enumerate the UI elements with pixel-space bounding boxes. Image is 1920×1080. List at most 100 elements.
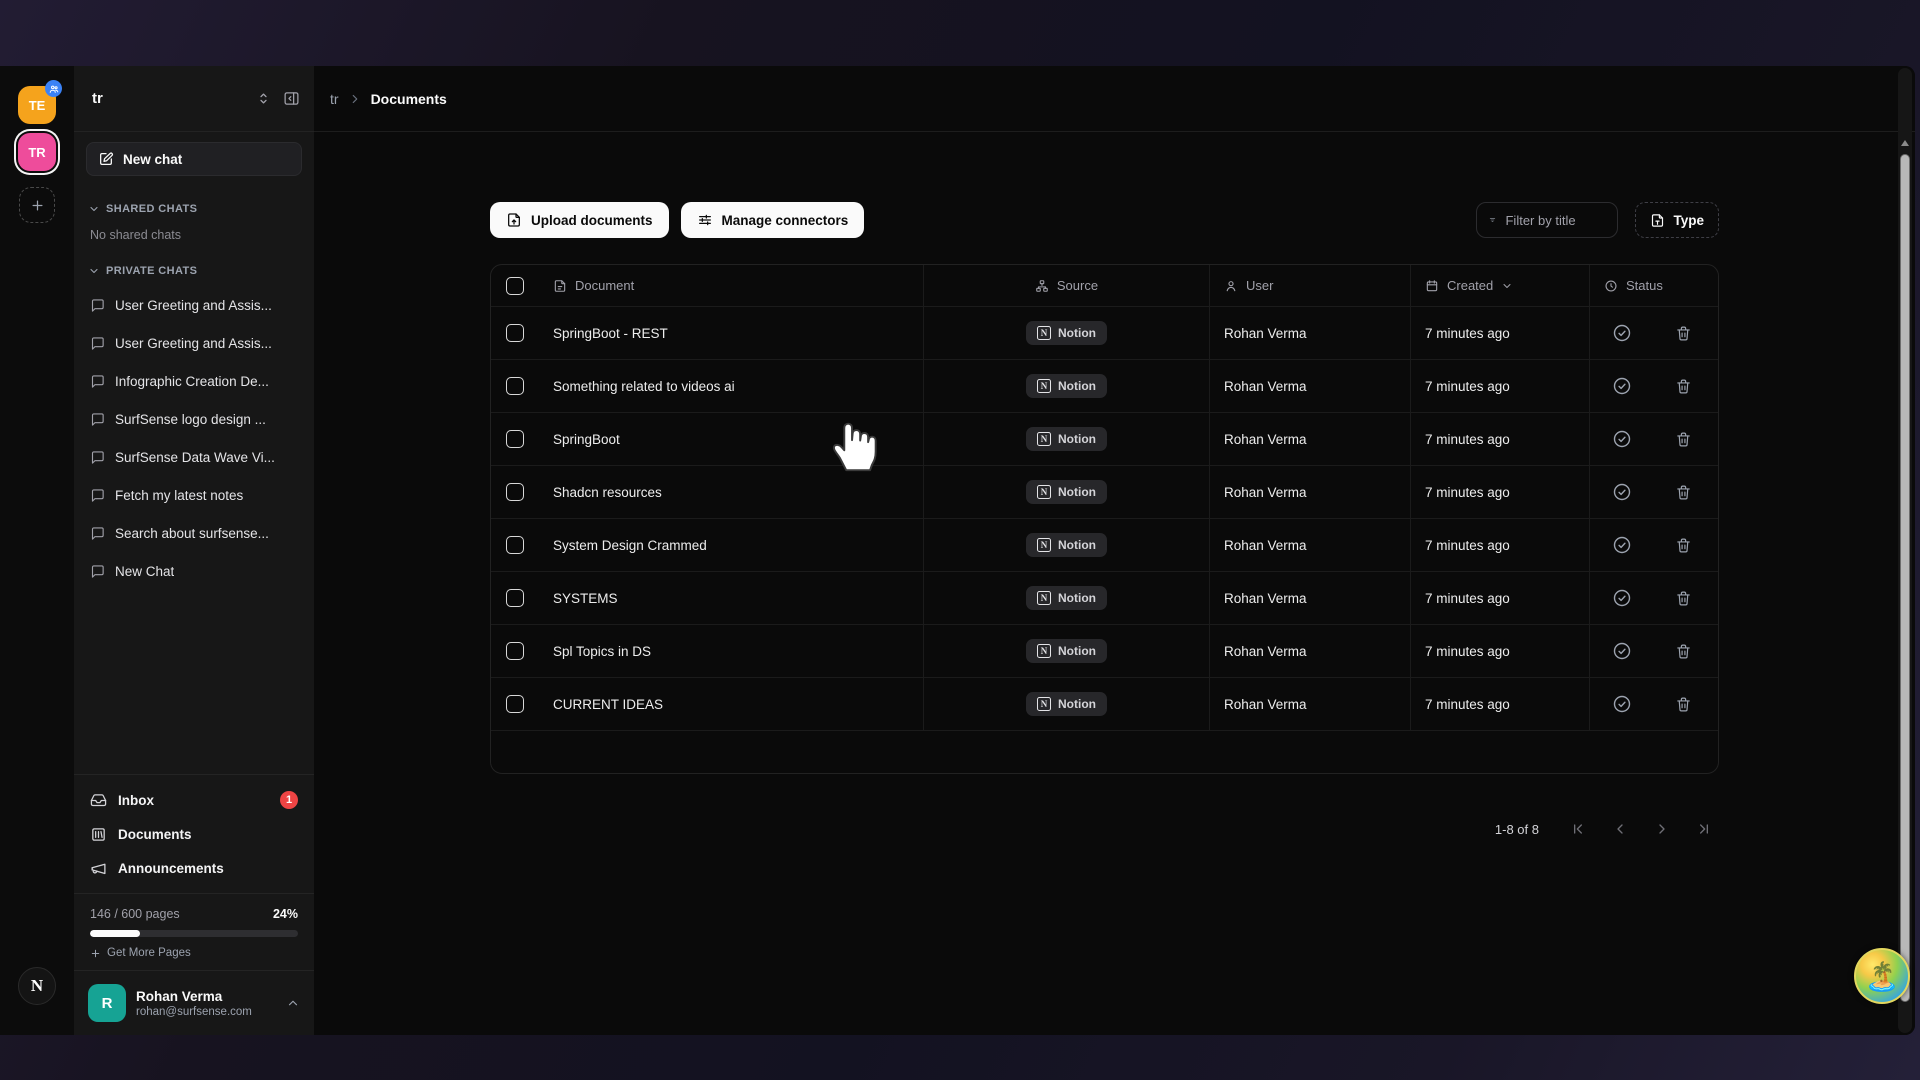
row-checkbox[interactable] (506, 430, 524, 448)
manage-connectors-button[interactable]: Manage connectors (681, 202, 865, 238)
upload-documents-button[interactable]: Upload documents (490, 202, 669, 238)
delete-row-button[interactable] (1675, 378, 1692, 395)
filter-by-title-field[interactable] (1476, 202, 1618, 238)
select-all-checkbox[interactable] (506, 277, 524, 295)
table-row[interactable]: Shadcn resourcesNNotionRohan Verma7 minu… (491, 466, 1718, 519)
workspace-avatar-te[interactable]: TE (18, 86, 56, 124)
first-page-icon (1570, 821, 1586, 837)
sidebar-item-inbox[interactable]: Inbox 1 (86, 783, 302, 817)
document-title: CURRENT IDEAS (553, 697, 663, 712)
megaphone-icon (90, 860, 107, 877)
pencil-square-icon (98, 151, 114, 167)
column-header-document[interactable]: Document (539, 265, 923, 306)
source-badge: NNotion (1026, 427, 1107, 451)
delete-row-button[interactable] (1675, 431, 1692, 448)
table-row[interactable]: SYSTEMSNNotionRohan Verma7 minutes ago (491, 572, 1718, 625)
row-checkbox[interactable] (506, 536, 524, 554)
type-filter-button[interactable]: Type (1635, 202, 1719, 238)
chat-item[interactable]: Search about surfsense... (74, 514, 314, 552)
column-header-status[interactable]: Status (1589, 265, 1718, 306)
table-row[interactable]: CURRENT IDEASNNotionRohan Verma7 minutes… (491, 678, 1718, 731)
notion-icon: N (1037, 697, 1051, 711)
row-checkbox[interactable] (506, 377, 524, 395)
chat-item[interactable]: Infographic Creation De... (74, 362, 314, 400)
notion-logo-button[interactable]: N (18, 967, 56, 1005)
source-label: Notion (1058, 326, 1096, 340)
delete-row-button[interactable] (1675, 537, 1692, 554)
file-type-icon (1650, 213, 1665, 228)
delete-row-button[interactable] (1675, 590, 1692, 607)
delete-row-button[interactable] (1675, 484, 1692, 501)
prev-page-button[interactable] (1605, 814, 1635, 844)
table-row[interactable]: Spl Topics in DSNNotionRohan Verma7 minu… (491, 625, 1718, 678)
status-success-icon (1612, 641, 1632, 661)
collapse-sidebar-icon[interactable] (283, 90, 300, 107)
row-checkbox[interactable] (506, 324, 524, 342)
chevron-left-icon (1612, 821, 1628, 837)
user-avatar: R (88, 984, 126, 1022)
row-checkbox[interactable] (506, 589, 524, 607)
row-checkbox[interactable] (506, 642, 524, 660)
row-checkbox[interactable] (506, 483, 524, 501)
row-checkbox[interactable] (506, 695, 524, 713)
chevron-right-icon (348, 92, 362, 106)
island-extension-icon[interactable]: 🏝️ (1854, 948, 1910, 1004)
table-row[interactable]: SpringBoot - RESTNNotionRohan Verma7 min… (491, 307, 1718, 360)
chat-item[interactable]: SurfSense Data Wave Vi... (74, 438, 314, 476)
delete-row-button[interactable] (1675, 696, 1692, 713)
source-label: Notion (1058, 379, 1096, 393)
shared-chats-section[interactable]: SHARED CHATS (74, 200, 314, 218)
inbox-icon (90, 792, 107, 809)
delete-row-button[interactable] (1675, 643, 1692, 660)
column-header-user[interactable]: User (1209, 265, 1410, 306)
filter-by-title-input[interactable] (1505, 213, 1605, 228)
sidebar-item-documents[interactable]: Documents (86, 817, 302, 851)
workspace-initials: TR (28, 145, 45, 160)
sidebar-item-announcements[interactable]: Announcements (86, 851, 302, 885)
status-success-icon (1612, 482, 1632, 502)
table-body: SpringBoot - RESTNNotionRohan Verma7 min… (491, 307, 1718, 731)
table-row[interactable]: Something related to videos aiNNotionRoh… (491, 360, 1718, 413)
chat-item[interactable]: User Greeting and Assis... (74, 324, 314, 362)
workspace-name: tr (92, 90, 244, 107)
workspace-initials: TE (29, 98, 46, 113)
get-more-pages-button[interactable]: Get More Pages (90, 947, 298, 959)
source-label: Notion (1058, 485, 1096, 499)
main-scrollbar[interactable] (1898, 68, 1912, 1033)
chat-item[interactable]: User Greeting and Assis... (74, 286, 314, 324)
scroll-up-arrow-icon[interactable] (1901, 140, 1909, 146)
source-badge: NNotion (1026, 321, 1107, 345)
chat-item[interactable]: New Chat (74, 552, 314, 590)
document-title: System Design Crammed (553, 538, 707, 553)
new-chat-button[interactable]: New chat (86, 142, 302, 176)
usage-section: 146 / 600 pages 24% Get More Pages (74, 893, 314, 970)
trash-icon (1675, 325, 1692, 342)
user-profile-button[interactable]: R Rohan Verma rohan@surfsense.com (74, 970, 314, 1035)
last-page-button[interactable] (1689, 814, 1719, 844)
column-header-created[interactable]: Created (1410, 265, 1589, 306)
next-page-button[interactable] (1647, 814, 1677, 844)
chevron-down-icon (88, 265, 100, 277)
table-row[interactable]: SpringBootNNotionRohan Verma7 minutes ag… (491, 413, 1718, 466)
chat-item[interactable]: Fetch my latest notes (74, 476, 314, 514)
funnel-icon (1489, 213, 1496, 227)
chat-item[interactable]: SurfSense logo design ... (74, 400, 314, 438)
calendar-icon (1425, 279, 1439, 293)
source-label: Notion (1058, 432, 1096, 446)
users-icon (45, 80, 62, 97)
delete-row-button[interactable] (1675, 325, 1692, 342)
trash-icon (1675, 696, 1692, 713)
pagination-range: 1-8 of 8 (1495, 822, 1539, 837)
workspace-avatar-tr[interactable]: TR (18, 133, 56, 171)
add-workspace-button[interactable] (19, 187, 55, 223)
chat-item-label: Fetch my latest notes (115, 488, 243, 503)
breadcrumb-root[interactable]: tr (330, 91, 339, 107)
scrollbar-thumb[interactable] (1900, 154, 1910, 1002)
private-chats-section[interactable]: PRIVATE CHATS (74, 262, 314, 280)
app-window: TE TR N tr New c (0, 66, 1915, 1035)
workspace-switcher-icon[interactable] (256, 91, 271, 106)
column-header-source[interactable]: Source (923, 265, 1209, 306)
first-page-button[interactable] (1563, 814, 1593, 844)
table-row[interactable]: System Design CrammedNNotionRohan Verma7… (491, 519, 1718, 572)
message-square-icon (90, 564, 105, 579)
